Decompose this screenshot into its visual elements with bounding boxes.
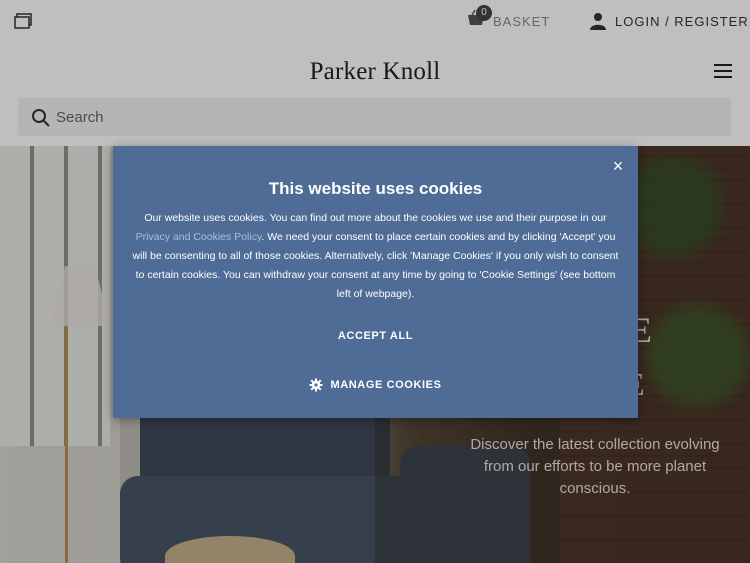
privacy-cookies-policy-link[interactable]: Privacy and Cookies Policy xyxy=(136,231,262,243)
cookie-text-before-link: Our website uses cookies. You can find o… xyxy=(144,212,607,224)
cookie-modal-title: This website uses cookies xyxy=(268,179,483,198)
close-icon[interactable]: × xyxy=(610,157,626,175)
manage-cookies-button[interactable]: MANAGE COOKIES xyxy=(113,378,638,392)
cookie-modal-body: Our website uses cookies. You can find o… xyxy=(131,209,620,304)
manage-cookies-label: MANAGE COOKIES xyxy=(330,379,442,391)
gear-icon xyxy=(309,378,323,392)
accept-all-button[interactable]: ACCEPT ALL xyxy=(113,330,638,342)
cookie-consent-modal: × This website uses cookies Our website … xyxy=(113,146,638,418)
